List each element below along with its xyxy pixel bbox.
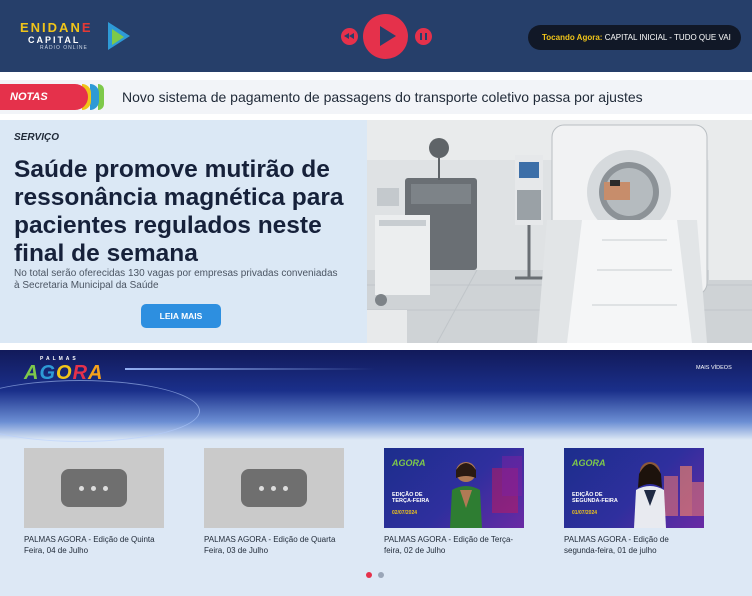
logo-subtitle: CAPITAL [28, 35, 81, 45]
logo-tagline: RÁDIO ONLINE [40, 45, 88, 51]
site-header: ENIDANE CAPITAL RÁDIO ONLINE Tocando Ago… [0, 0, 752, 72]
play-button[interactable] [363, 14, 408, 59]
logo-wordmark: ENIDANE [20, 20, 93, 35]
now-playing-label: Tocando Agora: [542, 33, 603, 42]
article-image[interactable] [367, 120, 752, 343]
decorative-line [125, 368, 375, 370]
carousel-dot-active[interactable] [366, 572, 372, 578]
logo-play-inner-icon [112, 29, 124, 45]
notas-badge: NOTAS [0, 84, 88, 110]
video-caption[interactable]: PALMAS AGORA - Edição de Terça-feira, 02… [384, 534, 524, 556]
video-card[interactable]: AGORA EDIÇÃO DE TERÇA-FEIRA 02/07/2024 PA… [384, 448, 524, 556]
now-playing-bar: Tocando Agora: CAPITAL INICIAL - TUDO QU… [528, 25, 741, 50]
now-playing-text: CAPITAL INICIAL - TUDO QUE VAI [604, 33, 731, 42]
article-description: No total serão oferecidas 130 vagas por … [14, 268, 338, 291]
video-section: PALMAS AGORA MAIS VÍDEOS PALMAS AGORA - … [0, 350, 752, 596]
news-ticker: NOTAS Novo sistema de pagamento de passa… [0, 80, 752, 114]
article-category: SERVIÇO [14, 132, 60, 143]
video-caption[interactable]: PALMAS AGORA - Edição de segunda-feira, … [564, 534, 704, 556]
read-more-button[interactable]: LEIA MAIS [141, 304, 221, 328]
video-thumbnail[interactable]: AGORA EDIÇÃO DE TERÇA-FEIRA 02/07/2024 [384, 448, 524, 528]
featured-article: SERVIÇO Saúde promove mutirão de ressonâ… [0, 120, 752, 343]
page-root: ENIDANE CAPITAL RÁDIO ONLINE Tocando Ago… [0, 0, 752, 596]
mri-room-illustration [367, 120, 752, 343]
video-placeholder-icon [61, 469, 127, 507]
video-caption[interactable]: PALMAS AGORA - Edição de Quarta Feira, 0… [204, 534, 344, 556]
video-card[interactable]: PALMAS AGORA - Edição de Quinta Feira, 0… [24, 448, 164, 556]
video-placeholder-icon [241, 469, 307, 507]
video-thumbnail[interactable] [24, 448, 164, 528]
presenter-illustration [634, 462, 704, 528]
ticker-headline-link[interactable]: Novo sistema de pagamento de passagens d… [122, 80, 643, 114]
video-card[interactable]: PALMAS AGORA - Edição de Quarta Feira, 0… [204, 448, 344, 556]
palmas-agora-logo: AGORA [24, 362, 104, 384]
presenter-illustration [450, 456, 522, 528]
carousel-dot[interactable] [378, 572, 384, 578]
more-videos-link[interactable]: MAIS VÍDEOS [696, 365, 732, 371]
video-caption[interactable]: PALMAS AGORA - Edição de Quinta Feira, 0… [24, 534, 164, 556]
video-card[interactable]: AGORA EDIÇÃO DE SEGUNDA-FEIRA 01/07/2024 … [564, 448, 704, 556]
video-thumbnail[interactable]: AGORA EDIÇÃO DE SEGUNDA-FEIRA 01/07/2024 [564, 448, 704, 528]
previous-track-button[interactable] [341, 28, 358, 45]
radio-logo[interactable]: ENIDANE CAPITAL RÁDIO ONLINE [16, 18, 141, 54]
pause-button[interactable] [415, 28, 432, 45]
video-thumbnail[interactable] [204, 448, 344, 528]
article-title[interactable]: Saúde promove mutirão de ressonância mag… [14, 156, 359, 268]
